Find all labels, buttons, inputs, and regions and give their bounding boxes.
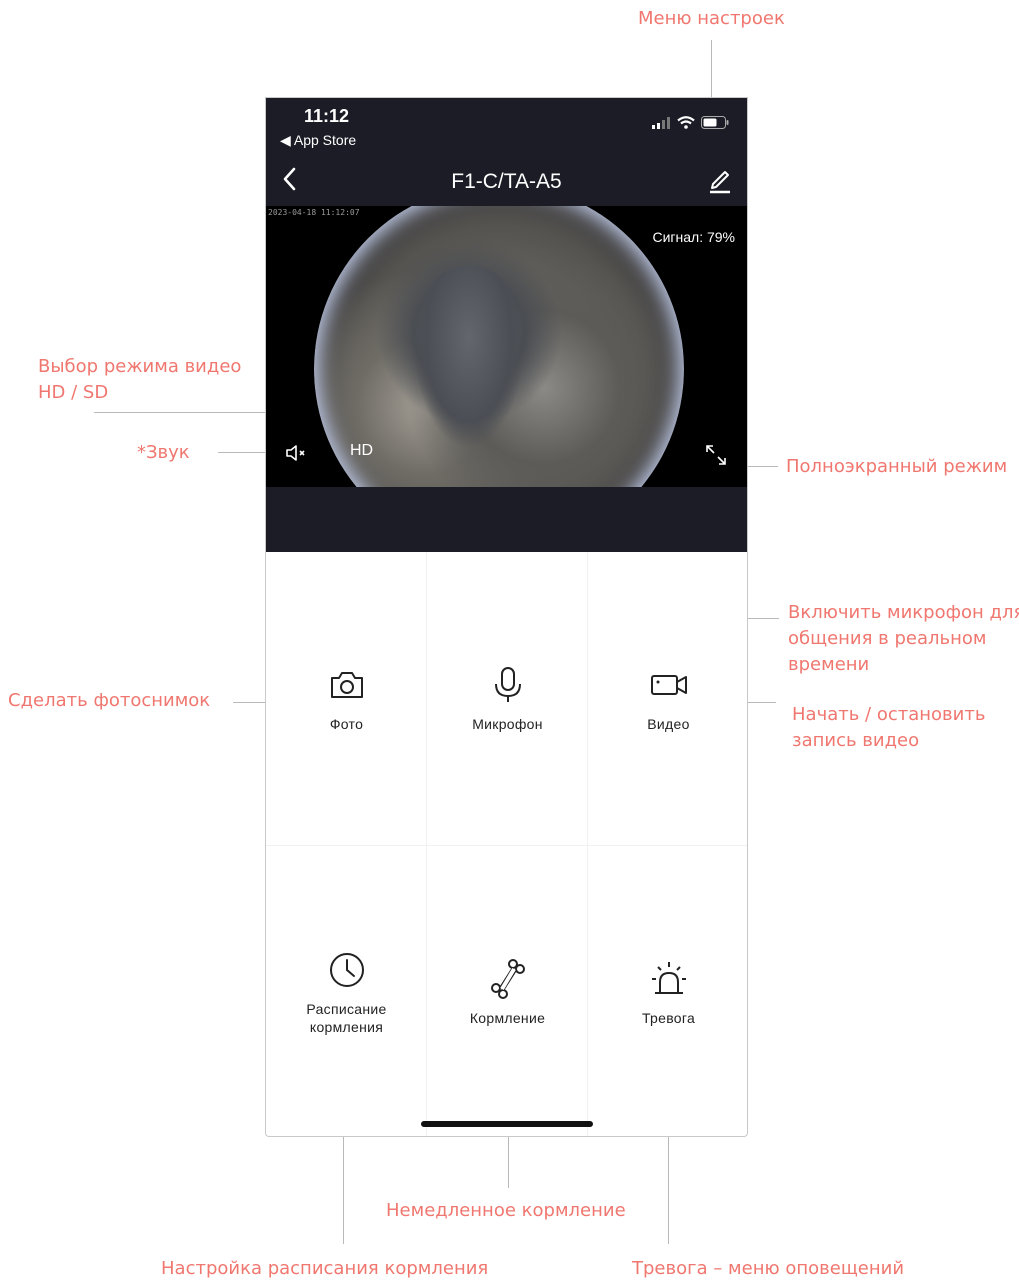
microphone-label: Микрофон — [472, 715, 543, 732]
annotation-settings-menu: Меню настроек — [638, 8, 785, 29]
video-label: Видео — [647, 715, 690, 732]
cat-image — [414, 266, 524, 446]
annotation-schedule: Настройка расписания кормления — [161, 1258, 489, 1279]
annotation-sound: *Звук — [137, 442, 190, 463]
annotation-mic-line3: времени — [788, 654, 870, 675]
schedule-label-line2: кормления — [309, 1018, 384, 1035]
device-title: F1-C/TA-A5 — [451, 170, 562, 193]
camera-icon — [330, 671, 363, 698]
signal-badge: Сигнал: 79% — [648, 226, 739, 248]
video-timestamp: 2023-04-18 11:12:07 — [268, 208, 360, 217]
video-camera-icon — [650, 674, 687, 695]
annotation-mic-line2: общения в реальном — [788, 628, 987, 649]
annotation-video-mode-line1: Выбор режима видео — [38, 356, 242, 377]
hd-quality-toggle[interactable]: HD — [350, 442, 373, 460]
annotation-instant-feed: Немедленное кормление — [386, 1200, 626, 1221]
status-time: 11:12 — [304, 106, 350, 126]
alarm-label: Тревога — [641, 1009, 696, 1026]
annotation-video: Начать / остановить запись видео — [792, 702, 985, 754]
status-icons — [651, 116, 729, 129]
alarm-siren-icon — [651, 961, 686, 994]
back-to-app-store[interactable]: ◀ App Store — [280, 132, 356, 149]
battery-icon — [701, 116, 729, 129]
annotation-fullscreen: Полноэкранный режим — [786, 456, 1008, 477]
feed-label: Кормление — [469, 1009, 546, 1026]
bone-icon — [490, 958, 525, 999]
annotation-video-line1: Начать / остановить — [792, 704, 986, 725]
wifi-icon — [677, 116, 695, 129]
cellular-signal-icon — [652, 116, 670, 129]
phone-screen: 11:12 ◀ App Store F1-C/TA-A5 2023-04-18 … — [265, 97, 748, 1137]
schedule-label-line1: Расписание — [306, 1000, 387, 1017]
microphone-icon — [494, 666, 521, 702]
microphone-button[interactable]: Микрофон — [427, 552, 588, 845]
photo-button[interactable]: Фото — [266, 552, 427, 845]
header-area: 11:12 ◀ App Store F1-C/TA-A5 2023-04-18 … — [266, 98, 747, 552]
photo-label: Фото — [329, 715, 364, 732]
annotation-video-line2: запись видео — [792, 730, 920, 751]
camera-video-view[interactable]: 2023-04-18 11:12:07 Сигнал: 79% HD — [266, 206, 747, 487]
edit-pencil-icon[interactable] — [707, 166, 733, 194]
clock-icon — [329, 952, 364, 987]
annotation-video-mode: Выбор режима видео HD / SD — [38, 354, 241, 406]
annotation-alarm: Тревога – меню оповещений — [632, 1258, 905, 1279]
fullscreen-icon[interactable] — [705, 444, 727, 466]
annotation-video-mode-line2: HD / SD — [38, 382, 109, 403]
video-record-button[interactable]: Видео — [588, 552, 747, 845]
home-indicator[interactable] — [421, 1121, 593, 1127]
feeding-schedule-button[interactable]: Расписание кормления — [266, 846, 427, 1136]
annotation-photo: Сделать фотоснимок — [8, 690, 211, 711]
sound-mute-icon[interactable] — [284, 442, 310, 464]
annotation-mic: Включить микрофон для общения в реальном… — [788, 600, 1019, 678]
schedule-label: Расписание кормления — [306, 1000, 386, 1036]
feed-now-button[interactable]: Кормление — [427, 846, 588, 1136]
annotation-mic-line1: Включить микрофон для — [788, 602, 1019, 623]
alarm-button[interactable]: Тревога — [588, 846, 747, 1136]
control-grid: Фото Микрофон Видео Расписание кормления… — [266, 552, 747, 1136]
